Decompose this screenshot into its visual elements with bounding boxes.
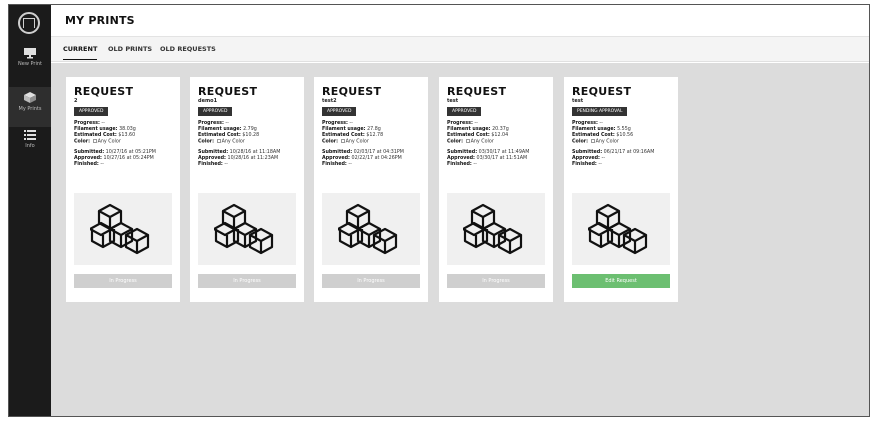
color-swatch xyxy=(92,139,97,143)
request-card: REQUEST test APPROVED Progress: -- Filam… xyxy=(439,77,553,302)
sidebar-item-my-prints[interactable]: My Prints xyxy=(9,87,51,127)
card-action-button[interactable]: In Progress xyxy=(198,274,296,288)
color-swatch xyxy=(590,139,595,143)
request-card: REQUEST test PENDING APPROVAL Progress: … xyxy=(564,77,678,302)
finished-row: Finished: -- xyxy=(572,161,602,167)
model-preview xyxy=(198,193,296,265)
sidebar-item-label: My Prints xyxy=(18,106,42,112)
page-header: MY PRINTS xyxy=(51,5,869,37)
list-icon xyxy=(24,130,36,140)
finished-row: Finished: -- xyxy=(74,161,104,167)
request-details: Progress: -- Filament usage: 20.37g Esti… xyxy=(447,121,529,168)
request-card: REQUEST 2 APPROVED Progress: -- Filament… xyxy=(66,77,180,302)
card-title: REQUEST xyxy=(198,85,258,98)
request-name: demo1 xyxy=(198,98,218,104)
finished-row: Finished: -- xyxy=(198,161,228,167)
logo-mark xyxy=(23,18,35,28)
card-title: REQUEST xyxy=(447,85,507,98)
status-badge: APPROVED xyxy=(74,107,109,116)
makerbot-logo[interactable] xyxy=(18,12,40,34)
color-swatch xyxy=(465,139,470,143)
request-name: test xyxy=(572,98,584,104)
cubes-icon xyxy=(90,203,150,255)
request-details: Progress: -- Filament usage: 5.55g Estim… xyxy=(572,121,654,168)
tab-old-prints[interactable]: OLD PRINTS xyxy=(108,45,152,53)
request-details: Progress: -- Filament usage: 27.8g Estim… xyxy=(322,121,404,168)
card-action-button[interactable]: In Progress xyxy=(447,274,545,288)
status-badge: APPROVED xyxy=(447,107,482,116)
model-preview xyxy=(74,193,172,265)
request-card: REQUEST demo1 APPROVED Progress: -- Fila… xyxy=(190,77,304,302)
cubes-icon xyxy=(214,203,274,255)
finished-row: Finished: -- xyxy=(447,161,477,167)
card-action-button[interactable]: Edit Request xyxy=(572,274,670,288)
model-preview xyxy=(447,193,545,265)
cube-icon xyxy=(24,92,36,103)
request-name: 2 xyxy=(74,98,78,104)
monitor-icon xyxy=(24,48,36,59)
card-title: REQUEST xyxy=(572,85,632,98)
color-swatch xyxy=(340,139,345,143)
status-badge: PENDING APPROVAL xyxy=(572,107,628,116)
card-action-button[interactable]: In Progress xyxy=(322,274,420,288)
status-badge: APPROVED xyxy=(322,107,357,116)
model-preview xyxy=(572,193,670,265)
tab-current[interactable]: CURRENT xyxy=(63,45,98,60)
cubes-icon xyxy=(463,203,523,255)
status-badge: APPROVED xyxy=(198,107,233,116)
card-title: REQUEST xyxy=(322,85,382,98)
cubes-icon xyxy=(588,203,648,255)
request-details: Progress: -- Filament usage: 38.03g Esti… xyxy=(74,121,156,168)
tab-old-requests[interactable]: OLD REQUESTS xyxy=(160,45,216,53)
sidebar: New Print My Prints Info xyxy=(9,5,51,416)
sidebar-item-label: New Print xyxy=(18,61,42,67)
color-swatch xyxy=(216,139,221,143)
card-title: REQUEST xyxy=(74,85,134,98)
request-details: Progress: -- Filament usage: 2.79g Estim… xyxy=(198,121,280,168)
cubes-icon xyxy=(338,203,398,255)
page-title: MY PRINTS xyxy=(65,14,135,27)
content-area: REQUEST 2 APPROVED Progress: -- Filament… xyxy=(51,63,869,416)
finished-row: Finished: -- xyxy=(322,161,352,167)
request-name: test xyxy=(447,98,459,104)
sidebar-item-label: Info xyxy=(25,143,35,149)
request-name: test2 xyxy=(322,98,337,104)
tab-bar: CURRENT OLD PRINTS OLD REQUESTS xyxy=(51,37,869,62)
request-card: REQUEST test2 APPROVED Progress: -- Fila… xyxy=(314,77,428,302)
model-preview xyxy=(322,193,420,265)
app-window: New Print My Prints Info MY PRINTS CURRE… xyxy=(8,4,870,417)
card-action-button[interactable]: In Progress xyxy=(74,274,172,288)
sidebar-item-new-print[interactable]: New Print xyxy=(9,43,51,83)
sidebar-item-info[interactable]: Info xyxy=(9,125,51,165)
